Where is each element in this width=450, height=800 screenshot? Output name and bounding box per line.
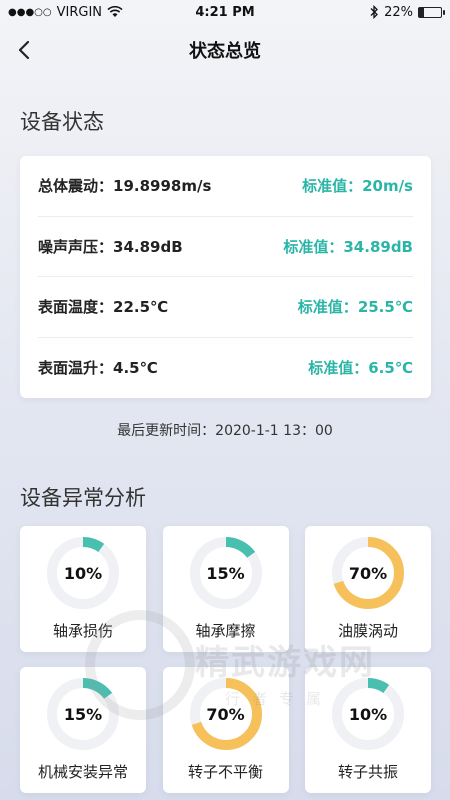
progress-ring: 70% xyxy=(189,677,263,751)
carrier-name: VIRGIN xyxy=(56,4,103,20)
standard-number: 25.5℃ xyxy=(357,298,413,317)
status-row: 表面温度：22.5℃ 标准值：25.5℃ xyxy=(38,277,413,338)
metric-label: 总体震动： xyxy=(38,177,114,196)
progress-ring: 10% xyxy=(46,536,120,610)
back-chevron-icon[interactable] xyxy=(14,38,36,62)
percent-text: 10% xyxy=(348,704,388,724)
battery-fill xyxy=(419,7,424,17)
signal-dots-icon: ●●●○○ xyxy=(8,6,52,18)
standard-number: 6.5℃ xyxy=(368,359,413,378)
analysis-tile[interactable]: 10% 轴承损伤 xyxy=(20,526,146,652)
progress-ring: 15% xyxy=(46,677,120,751)
percent-text: 15% xyxy=(63,704,103,724)
metric-label: 表面温度： xyxy=(38,298,114,317)
progress-ring: 70% xyxy=(331,536,405,610)
status-metric: 总体震动：19.8998m/s xyxy=(38,175,211,196)
metric-label: 噪声声压： xyxy=(38,237,114,256)
last-updated-time: 最后更新时间：2020-1-1 13：00 xyxy=(117,423,333,439)
status-row: 表面温升：4.5℃ 标准值：6.5℃ xyxy=(38,338,413,399)
page-title: 状态总览 xyxy=(189,41,261,62)
status-metric: 表面温升：4.5℃ xyxy=(38,357,158,378)
device-status-title: 设备状态 xyxy=(20,110,104,134)
standard-value: 标准值：34.89dB xyxy=(283,236,413,257)
analysis-title: 设备异常分析 xyxy=(20,486,146,510)
standard-label: 标准值： xyxy=(283,237,344,256)
anomaly-label: 转子不平衡 xyxy=(187,763,263,781)
standard-value: 标准值：25.5℃ xyxy=(298,296,413,317)
standard-number: 34.89dB xyxy=(343,237,413,256)
metric-value: 22.5℃ xyxy=(113,298,169,317)
anomaly-label: 油膜涡动 xyxy=(337,622,398,640)
bluetooth-icon xyxy=(370,5,379,19)
standard-label: 标准值： xyxy=(297,298,358,317)
status-metric: 表面温度：22.5℃ xyxy=(38,296,168,317)
percent-text: 15% xyxy=(206,563,245,583)
percent-text: 70% xyxy=(348,563,388,583)
status-row: 噪声声压：34.89dB 标准值：34.89dB xyxy=(38,217,413,277)
anomaly-label: 机械安装异常 xyxy=(37,763,128,781)
anomaly-label: 转子共振 xyxy=(337,763,398,781)
status-metric: 噪声声压：34.89dB xyxy=(38,236,183,257)
standard-value: 标准值：6.5℃ xyxy=(308,357,413,378)
status-row: 总体震动：19.8998m/s 标准值：20m/s xyxy=(38,156,413,217)
analysis-grid: 10% 轴承损伤 15% 轴承摩擦 70% 油膜涡动 15% 机械安装异常 70% 转子不平衡 10… xyxy=(20,526,431,793)
progress-ring: 10% xyxy=(331,677,405,751)
standard-number: 20m/s xyxy=(362,177,413,196)
analysis-tile[interactable]: 70% 油膜涡动 xyxy=(305,526,431,652)
analysis-tile[interactable]: 70% 转子不平衡 xyxy=(162,667,289,793)
anomaly-label: 轴承摩擦 xyxy=(195,622,256,640)
standard-value: 标准值：20m/s xyxy=(302,175,413,196)
metric-value: 19.8998m/s xyxy=(113,177,212,196)
analysis-tile[interactable]: 15% 机械安装异常 xyxy=(20,667,146,793)
analysis-tile[interactable]: 15% 轴承摩擦 xyxy=(162,526,289,652)
percent-text: 10% xyxy=(63,563,103,583)
metric-value: 34.89dB xyxy=(113,237,183,256)
anomaly-label: 轴承损伤 xyxy=(52,622,113,640)
metric-value: 4.5℃ xyxy=(113,359,158,378)
metric-label: 表面温升： xyxy=(38,359,114,378)
standard-label: 标准值： xyxy=(302,177,363,196)
analysis-tile[interactable]: 10% 转子共振 xyxy=(305,667,431,793)
battery-percent: 22% xyxy=(384,4,413,20)
wifi-icon xyxy=(107,6,123,17)
standard-label: 标准值： xyxy=(308,359,369,378)
device-status-card: 总体震动：19.8998m/s 标准值：20m/s 噪声声压：34.89dB 标准值：… xyxy=(20,156,431,398)
progress-ring: 15% xyxy=(189,536,263,610)
battery-icon xyxy=(418,6,445,18)
status-bar: ●●●○○ VIRGIN 4:21 PM 22% xyxy=(0,0,450,24)
nav-bar: 状态总览 xyxy=(0,24,450,76)
percent-text: 70% xyxy=(206,704,245,724)
